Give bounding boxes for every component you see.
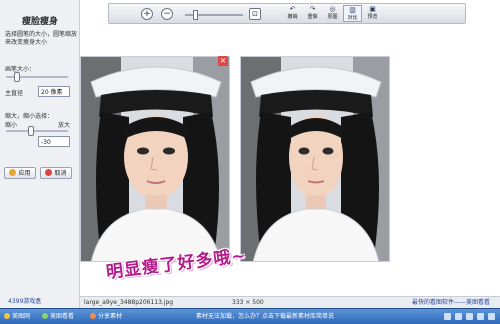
status-filename: large_a9ye_3488p206113.jpg	[84, 299, 174, 306]
apply-button-label: 应用	[18, 170, 31, 177]
diameter-label: 主直径	[5, 90, 24, 97]
scale-max-label: 放大	[58, 122, 71, 129]
zoom-in-icon[interactable]: +	[141, 8, 153, 20]
tray-app-icon[interactable]	[466, 313, 473, 320]
redo-label: 重做	[307, 14, 318, 20]
taskbar-item-label: 美图网	[12, 313, 31, 320]
status-right-link[interactable]: 最快的看图软件——美图看看	[412, 297, 490, 308]
original-button[interactable]: ◎ 原图	[323, 5, 342, 22]
status-bar: large_a9ye_3488p206113.jpg 333 × 500 最快的…	[80, 296, 500, 308]
compare-workspace: × 明显瘦了好多哦~	[80, 26, 500, 296]
original-photo-image	[81, 57, 229, 261]
meitu-viewer-icon	[42, 313, 48, 319]
redo-button[interactable]: ↷ 重做	[303, 5, 322, 22]
cancel-button[interactable]: 取消	[40, 167, 72, 179]
scale-field[interactable]: -30	[38, 136, 70, 147]
taskbar-item-label: 分享素材	[98, 313, 123, 320]
brush-size-slider[interactable]	[6, 72, 68, 82]
preview-button[interactable]: ▣ 预览	[363, 5, 382, 22]
preview-label: 预览	[367, 14, 378, 20]
redo-icon: ↷	[309, 5, 316, 13]
cancel-button-label: 取消	[54, 170, 67, 177]
taskbar-item-meitu-viewer[interactable]: 美图看看	[42, 309, 74, 324]
status-dimensions: 333 × 500	[232, 299, 264, 306]
zoom-out-icon[interactable]: −	[161, 8, 173, 20]
share-icon	[90, 313, 96, 319]
preview-icon: ▣	[369, 5, 376, 13]
close-icon[interactable]: ×	[218, 56, 228, 66]
original-photo	[80, 56, 230, 262]
fit-icon[interactable]: ⊡	[249, 8, 261, 20]
result-photo-image	[241, 57, 389, 261]
undo-button[interactable]: ↶ 撤销	[283, 5, 302, 22]
scale-slider[interactable]	[6, 126, 68, 136]
original-icon: ◎	[329, 5, 336, 13]
tray-menu-icon[interactable]	[477, 313, 484, 320]
cancel-icon	[45, 169, 53, 176]
panel-title: 瘦脸瘦身	[21, 17, 58, 27]
taskbar: 美图网 美图看看 分享素材 素材无法加载，怎么办？点击下载最新素材库简单说	[0, 308, 500, 324]
brush-icon	[9, 169, 17, 176]
scale-min-label: 缩小	[5, 122, 18, 129]
brush-size-label: 画笔大小：	[5, 66, 36, 73]
result-photo	[240, 56, 390, 262]
compare-label: 对比	[347, 15, 358, 21]
scale-label: 缩大，缩小选择：	[5, 113, 54, 120]
scale-slider-thumb[interactable]	[28, 126, 34, 136]
apply-button[interactable]: 应用	[4, 167, 36, 179]
taskbar-item-label: 美图看看	[50, 313, 75, 320]
compare-icon: ▥	[349, 6, 356, 14]
main-area: + − ⊡ ↶ 撤销 ↷ 重做 ◎ 原图 ▥ 对比 ▣ 预览 × 明显瘦了好多哦…	[80, 0, 500, 308]
undo-label: 撤销	[287, 14, 298, 20]
meitu-web-icon	[4, 313, 10, 319]
tray-volume-icon[interactable]	[455, 313, 462, 320]
taskbar-item-share[interactable]: 分享素材	[90, 309, 122, 324]
original-label: 原图	[327, 14, 338, 20]
taskbar-status-text[interactable]: 素材无法加载，怎么办？点击下载最新素材库简单说	[196, 309, 334, 324]
left-panel: 瘦脸瘦身 选择圆笔的大小，圆笔缩放来改变瘦身大小 画笔大小： 主直径 20 像素…	[0, 0, 80, 308]
diameter-field[interactable]: 20 像素	[38, 86, 70, 97]
brush-size-slider-thumb[interactable]	[14, 72, 20, 82]
game-box-link[interactable]: 4399游戏盒	[8, 296, 41, 305]
zoom-slider-thumb[interactable]	[193, 10, 198, 20]
panel-hint: 选择圆笔的大小，圆笔缩放来改变瘦身大小	[5, 31, 78, 46]
compare-button[interactable]: ▥ 对比	[343, 5, 362, 22]
undo-icon: ↶	[289, 5, 296, 13]
taskbar-item-meitu-web[interactable]: 美图网	[4, 309, 30, 324]
tray-settings-icon[interactable]	[488, 313, 495, 320]
zoom-slider[interactable]	[185, 10, 243, 20]
toolbar: + − ⊡ ↶ 撤销 ↷ 重做 ◎ 原图 ▥ 对比 ▣ 预览	[108, 3, 466, 24]
tray-network-icon[interactable]	[444, 313, 451, 320]
